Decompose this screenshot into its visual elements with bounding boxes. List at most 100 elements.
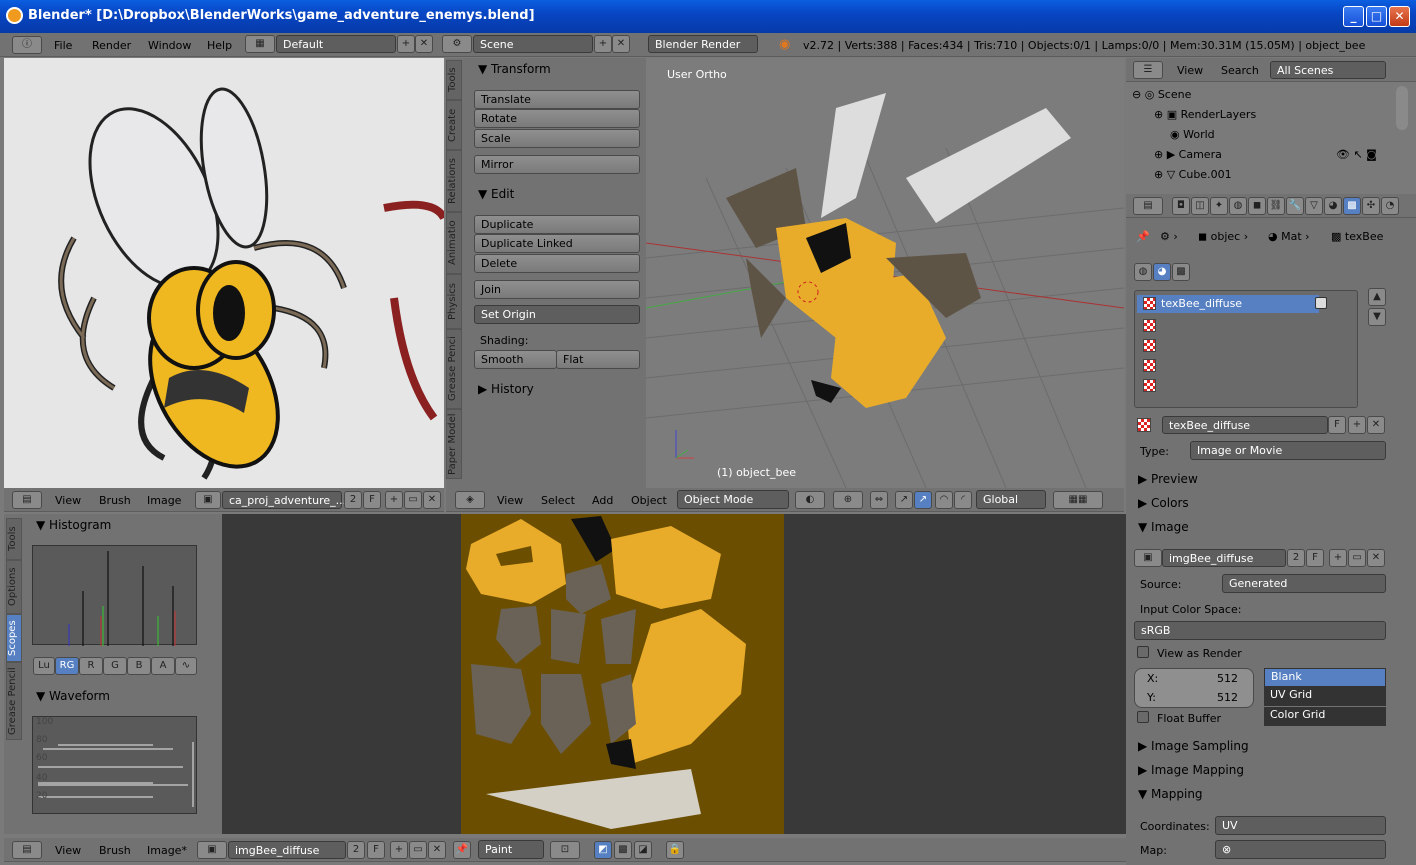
- image-sampling-header[interactable]: ▶ Image Sampling: [1138, 739, 1249, 753]
- 3d-editor-type-icon[interactable]: ◈: [455, 491, 485, 509]
- tab-scopes-tools[interactable]: Tools: [6, 518, 22, 560]
- menu-image[interactable]: Image: [147, 494, 181, 507]
- render-tab-icon[interactable]: ◘: [1172, 197, 1190, 215]
- image-fake-user[interactable]: F: [1306, 549, 1324, 567]
- physics-tab-icon[interactable]: ◔: [1381, 197, 1399, 215]
- mode-select[interactable]: Object Mode: [677, 490, 789, 509]
- outliner-scrollbar[interactable]: [1396, 86, 1408, 130]
- menu-object[interactable]: Object: [631, 494, 667, 507]
- modifiers-tab-icon[interactable]: 🔧: [1286, 197, 1304, 215]
- menu-file[interactable]: File: [54, 39, 72, 52]
- smooth-button[interactable]: Smooth: [474, 350, 557, 369]
- image-unlink-icon[interactable]: ✕: [1367, 549, 1385, 567]
- remove-layout-icon[interactable]: ✕: [415, 35, 433, 53]
- pin-image-icon[interactable]: 📌: [453, 841, 471, 859]
- tab-options[interactable]: Options: [6, 560, 22, 614]
- menu-add[interactable]: Add: [592, 494, 613, 507]
- translate-button[interactable]: Translate: [474, 90, 640, 109]
- menu-window[interactable]: Window: [148, 39, 191, 52]
- open-image-icon[interactable]: ▭: [404, 491, 422, 509]
- move-slot-up-icon[interactable]: ▲: [1368, 288, 1386, 306]
- channel-a[interactable]: A: [151, 657, 175, 675]
- texture-name-field[interactable]: texBee_diffuse: [1162, 416, 1328, 434]
- add-layout-icon[interactable]: +: [397, 35, 415, 53]
- render-engine-select[interactable]: Blender Render: [648, 35, 758, 53]
- image-source-select[interactable]: Generated: [1222, 574, 1386, 593]
- edit-header[interactable]: ▼ Edit: [478, 187, 514, 201]
- outliner-item-scene[interactable]: ⊖ ◎ Scene: [1132, 88, 1191, 101]
- texture-overlay-icon[interactable]: ▩: [614, 841, 632, 859]
- texture-unlink-icon[interactable]: ✕: [1367, 416, 1385, 434]
- uv-editor-type-icon[interactable]: ▤: [12, 841, 42, 859]
- rotate-manipulator-icon[interactable]: ↗: [914, 491, 932, 509]
- material-tab-icon[interactable]: ◕: [1324, 197, 1342, 215]
- channel-b[interactable]: B: [127, 657, 151, 675]
- channel-luma[interactable]: Lu: [33, 657, 55, 675]
- texture-slot-3-icon[interactable]: [1143, 359, 1156, 372]
- world-tab-icon[interactable]: ◍: [1229, 197, 1247, 215]
- layers-tab-icon[interactable]: ◫: [1191, 197, 1209, 215]
- texture-icon[interactable]: [1137, 418, 1151, 432]
- generated-type-color-grid[interactable]: Color Grid: [1264, 707, 1386, 726]
- channel-r[interactable]: R: [79, 657, 103, 675]
- histogram-header[interactable]: ▼ Histogram: [36, 518, 111, 532]
- scale-button[interactable]: Scale: [474, 129, 640, 148]
- constraints-tab-icon[interactable]: ⛓: [1267, 197, 1285, 215]
- tab-animation[interactable]: Animatio: [446, 212, 462, 274]
- image-panel-header[interactable]: ▼ Image: [1138, 520, 1189, 534]
- layout-icon[interactable]: ▦: [245, 35, 275, 53]
- uv-image-name-field[interactable]: imgBee_diffuse: [228, 841, 346, 859]
- menu-3d-view[interactable]: View: [497, 494, 523, 507]
- outliner-item-world[interactable]: ◉ World: [1170, 128, 1215, 141]
- texture-slot-0-checkbox[interactable]: [1315, 297, 1327, 309]
- uv-new-image-icon[interactable]: +: [390, 841, 408, 859]
- color-space-select[interactable]: sRGB: [1134, 621, 1386, 640]
- rotate-button[interactable]: Rotate: [474, 109, 640, 128]
- outliner-menu-view[interactable]: View: [1177, 64, 1203, 77]
- manipulator-icon[interactable]: ⇔: [870, 491, 888, 509]
- transform-header[interactable]: ▼ Transform: [478, 62, 551, 76]
- unlink-image-icon[interactable]: ✕: [423, 491, 441, 509]
- tab-scopes-grease-pencil[interactable]: Grease Pencil: [6, 662, 22, 740]
- editor-type-icon[interactable]: ⓘ: [12, 36, 42, 54]
- image-datablock-field[interactable]: imgBee_diffuse: [1162, 549, 1286, 567]
- pivot-icon[interactable]: ⊕: [833, 491, 863, 509]
- waveform-header[interactable]: ▼ Waveform: [36, 689, 110, 703]
- tab-tools[interactable]: Tools: [446, 60, 462, 100]
- mirror-button[interactable]: Mirror: [474, 155, 640, 174]
- close-button[interactable]: ✕: [1389, 6, 1410, 27]
- tab-physics[interactable]: Physics: [446, 274, 462, 329]
- translate-manipulator-icon[interactable]: ↗: [895, 491, 913, 509]
- image-editor-type-icon[interactable]: ▤: [12, 491, 42, 509]
- texture-slot-0[interactable]: texBee_diffuse: [1137, 295, 1319, 313]
- texture-slot-2-icon[interactable]: [1143, 339, 1156, 352]
- scene-tab-icon[interactable]: ✦: [1210, 197, 1228, 215]
- coordinates-select[interactable]: UV: [1215, 816, 1386, 835]
- texture-slot-4-icon[interactable]: [1143, 379, 1156, 392]
- image-mapping-header[interactable]: ▶ Image Mapping: [1138, 763, 1244, 777]
- lock-icon[interactable]: 🔒: [666, 841, 684, 859]
- tab-relations[interactable]: Relations: [446, 150, 462, 212]
- channel-rgb[interactable]: RG: [55, 657, 79, 675]
- tab-create[interactable]: Create: [446, 100, 462, 150]
- scene-icon[interactable]: ⚙: [442, 35, 472, 53]
- add-scene-icon[interactable]: +: [594, 35, 612, 53]
- move-slot-down-icon[interactable]: ▼: [1368, 308, 1386, 326]
- menu-help[interactable]: Help: [207, 39, 232, 52]
- texture-type-select[interactable]: Image or Movie: [1190, 441, 1386, 460]
- uv-menu-image[interactable]: Image*: [147, 844, 187, 857]
- generated-type-uv-grid[interactable]: UV Grid: [1264, 687, 1386, 706]
- uv-texture-image[interactable]: [461, 514, 784, 834]
- mask-overlay-icon[interactable]: ◪: [634, 841, 652, 859]
- draw-overlay-icon[interactable]: ◩: [594, 841, 612, 859]
- minimize-button[interactable]: _: [1343, 6, 1364, 27]
- tab-paper-model[interactable]: Paper Model: [446, 409, 462, 479]
- menu-select[interactable]: Select: [541, 494, 575, 507]
- flat-button[interactable]: Flat: [556, 350, 640, 369]
- texture-fake-user[interactable]: F: [1328, 416, 1346, 434]
- uv-open-image-icon[interactable]: ▭: [409, 841, 427, 859]
- texture-tab-icon[interactable]: ▩: [1343, 197, 1361, 215]
- data-tab-icon[interactable]: ▽: [1305, 197, 1323, 215]
- other-texture-icon[interactable]: ▩: [1172, 263, 1190, 281]
- texture-new-icon[interactable]: +: [1348, 416, 1366, 434]
